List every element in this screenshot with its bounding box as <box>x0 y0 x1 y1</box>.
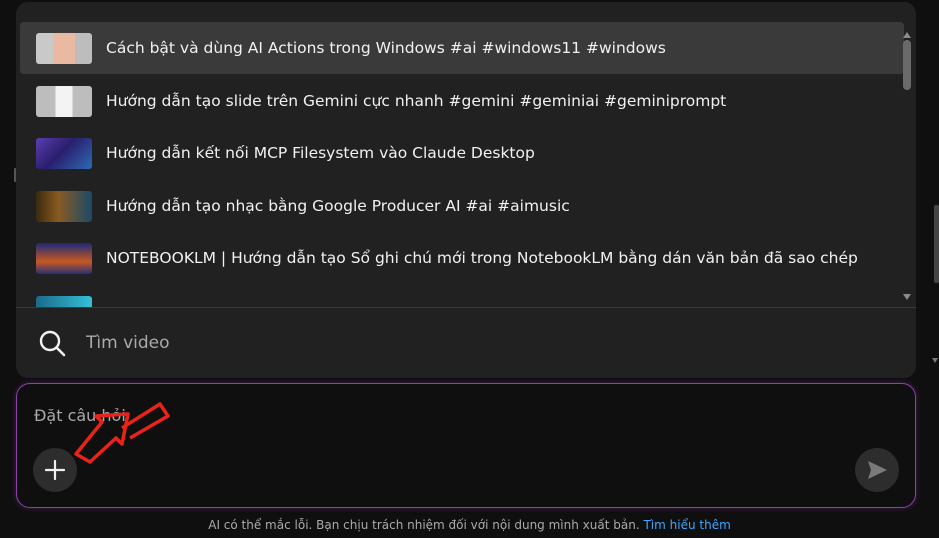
add-button[interactable] <box>33 448 77 492</box>
scroll-up-icon[interactable] <box>903 32 911 38</box>
search-input[interactable] <box>86 333 846 353</box>
list-scrollbar[interactable] <box>902 32 912 300</box>
video-list: Cách bật và dùng AI Actions trong Window… <box>16 2 916 308</box>
video-thumbnail <box>36 85 92 117</box>
video-list-item[interactable]: Hướng dẫn tạo nhạc bằng Google Producer … <box>20 180 904 232</box>
video-thumbnail <box>36 190 92 222</box>
search-icon <box>39 330 66 357</box>
video-list-item[interactable]: NOTEBOOKLM | Hướng dẫn tạo Sổ ghi chú mớ… <box>20 232 904 284</box>
video-picker-popup: Cách bật và dùng AI Actions trong Window… <box>16 2 916 378</box>
video-list-item[interactable]: Hướng dẫn kết nối MCP Filesystem vào Cla… <box>20 127 904 179</box>
page-scroll-down-icon[interactable] <box>932 358 938 363</box>
video-list-item[interactable]: Cách bật và dùng AI Actions trong Window… <box>20 22 904 74</box>
video-title: Hướng dẫn tạo nhạc bằng Google Producer … <box>106 197 570 215</box>
page: Cách bật và dùng AI Actions trong Window… <box>0 0 939 538</box>
send-button[interactable] <box>855 448 899 492</box>
scroll-down-icon[interactable] <box>903 294 911 300</box>
send-icon <box>868 461 887 479</box>
page-scrollbar[interactable] <box>934 205 939 283</box>
search-row <box>16 308 916 378</box>
video-title: Cách bật và dùng AI Actions trong Window… <box>106 39 666 57</box>
video-title: Hướng dẫn tạo slide trên Gemini cực nhan… <box>106 92 727 110</box>
footer-disclaimer: AI có thể mắc lỗi. Bạn chịu trách nhiệm … <box>208 518 640 532</box>
footer: AI có thể mắc lỗi. Bạn chịu trách nhiệm … <box>0 518 939 532</box>
annotation-arrow-icon <box>74 402 170 464</box>
plus-icon <box>44 459 66 481</box>
video-thumbnail <box>36 32 92 64</box>
video-title: NOTEBOOKLM | Hướng dẫn tạo Sổ ghi chú mớ… <box>106 249 858 267</box>
video-thumbnail <box>36 242 92 274</box>
video-list-item[interactable]: Hướng dẫn tạo slide trên Gemini cực nhan… <box>20 75 904 127</box>
video-thumbnail <box>36 137 92 169</box>
video-list-item-partial[interactable] <box>20 285 904 308</box>
video-title: Hướng dẫn kết nối MCP Filesystem vào Cla… <box>106 144 535 162</box>
scroll-thumb[interactable] <box>903 40 911 90</box>
learn-more-link[interactable]: Tìm hiểu thêm <box>643 518 730 532</box>
